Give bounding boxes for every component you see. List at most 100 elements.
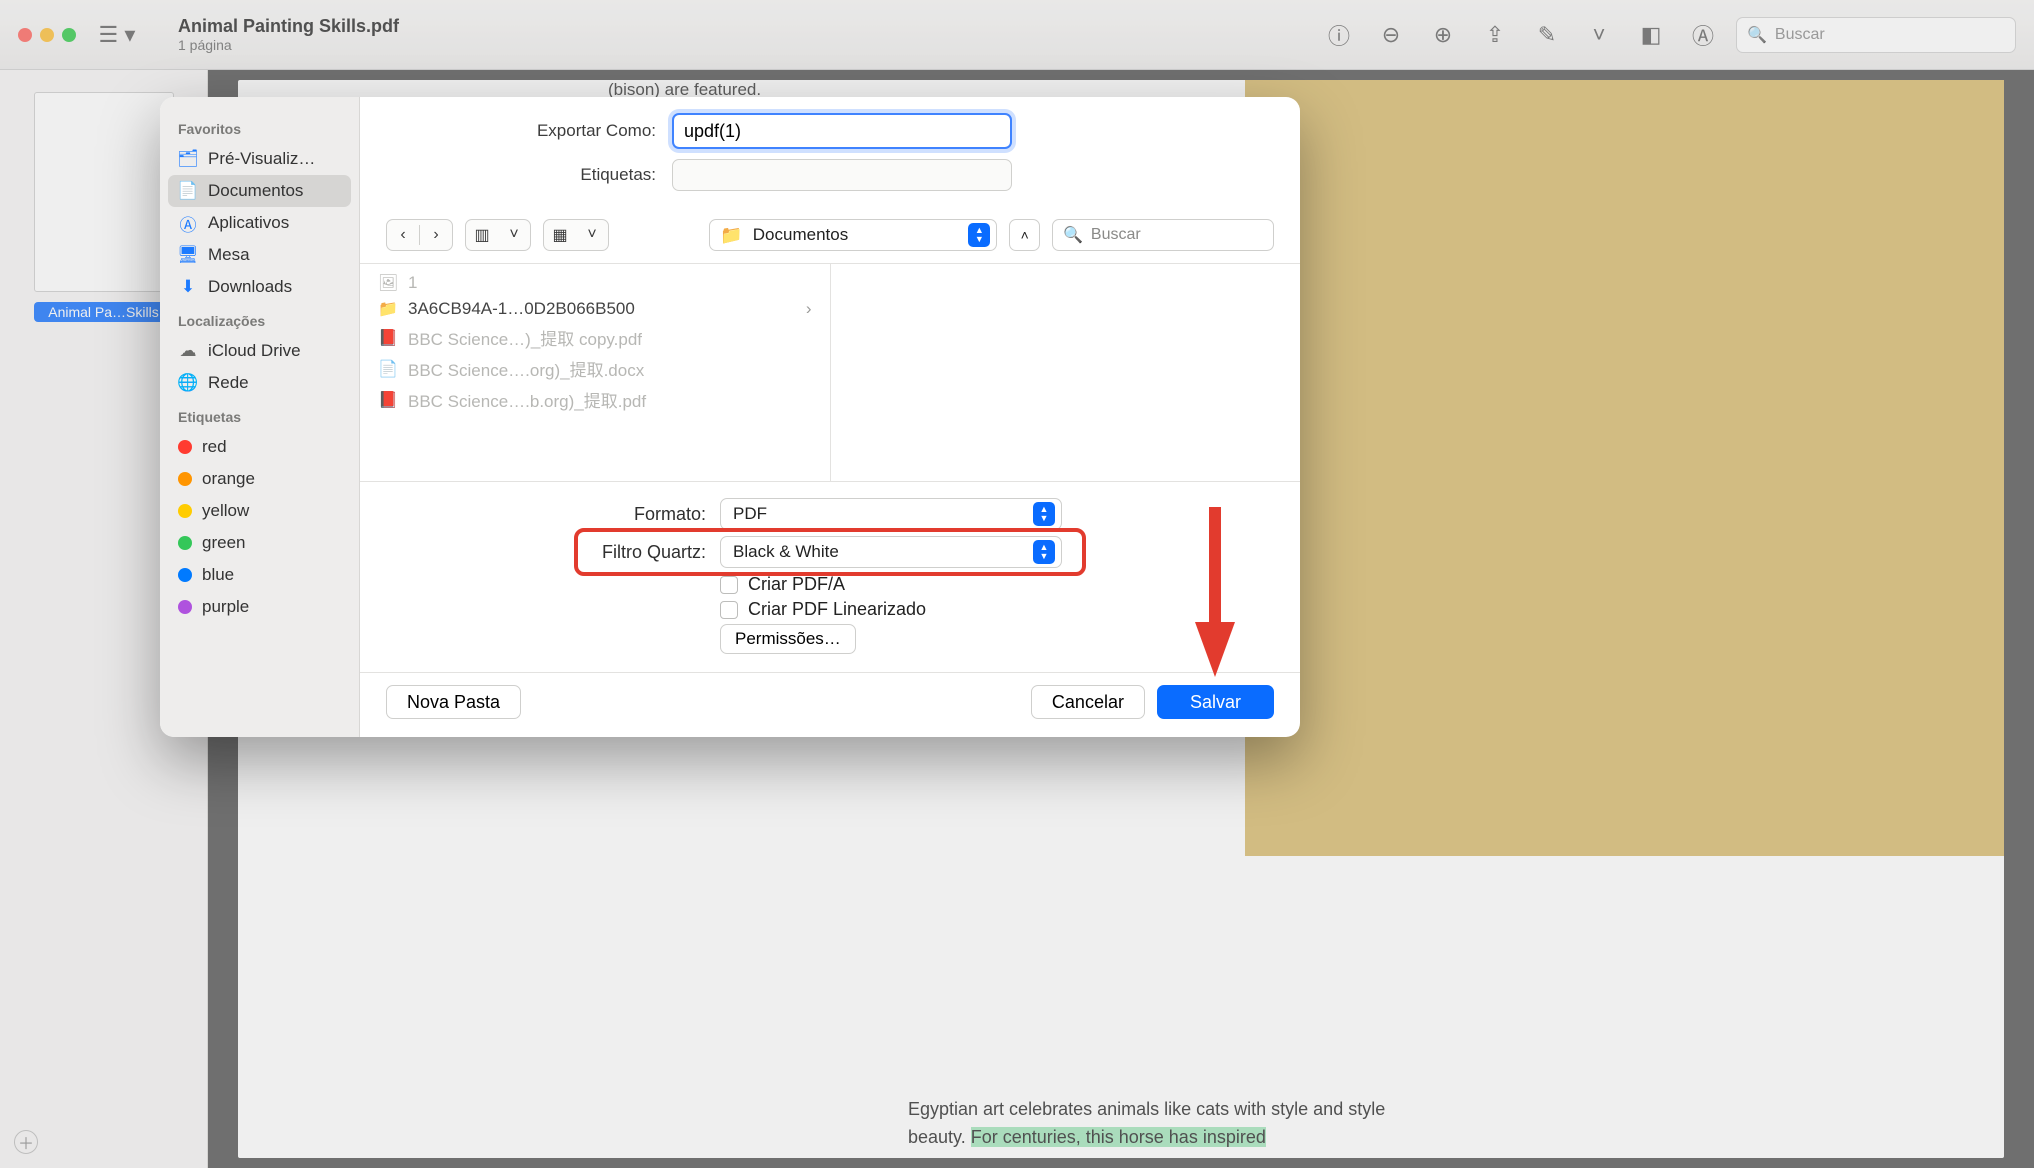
sidebar-item-label: red — [202, 437, 227, 457]
sidebar-item-label: orange — [202, 469, 255, 489]
sidebar-heading-locations: Localizações — [178, 313, 341, 329]
sidebar-tag-orange[interactable]: orange — [168, 463, 351, 495]
format-label: Formato: — [386, 504, 706, 525]
sidebar-heading-tags: Etiquetas — [178, 409, 341, 425]
pdfa-checkbox[interactable] — [720, 576, 738, 594]
sidebar-item-documents[interactable]: 📄 Documentos — [168, 175, 351, 207]
view-group[interactable]: ▦ ˅ — [543, 219, 609, 251]
sidebar-item-applications[interactable]: Ⓐ Aplicativos — [168, 207, 351, 239]
export-as-label: Exportar Como: — [386, 121, 656, 141]
doc-icon: 📄 — [378, 359, 398, 379]
download-icon: ⬇︎ — [178, 277, 198, 297]
search-icon: 🔍 — [1063, 225, 1083, 245]
file-name: BBC Science…)_提取 copy.pdf — [408, 325, 642, 350]
chevron-down-icon: ˅ — [576, 219, 608, 251]
chevron-right-icon: › — [806, 299, 812, 319]
img-icon: 🖼 — [378, 273, 398, 293]
file-column[interactable]: 🖼1📁3A6CB94A-1…0D2B066B500›📕BBC Science…)… — [360, 264, 830, 481]
pdfa-label: Criar PDF/A — [748, 574, 845, 595]
save-main: Exportar Como: Etiquetas: ‹ › ▥ ˅ — [360, 97, 1300, 737]
dialog-buttons: Nova Pasta Cancelar Salvar — [360, 672, 1300, 737]
app-icon: 🗂 — [178, 149, 198, 169]
sidebar-tag-red[interactable]: red — [168, 431, 351, 463]
quartz-label: Filtro Quartz: — [386, 542, 706, 563]
file-row[interactable]: 🖼1 — [360, 270, 830, 296]
format-value: PDF — [733, 504, 767, 524]
sidebar-item-label: Documentos — [208, 181, 303, 201]
back-button[interactable]: ‹ — [387, 219, 419, 251]
apps-icon: Ⓐ — [178, 213, 198, 233]
linear-label: Criar PDF Linearizado — [748, 599, 926, 620]
chevron-down-icon: ˅ — [498, 219, 530, 251]
save-sidebar: Favoritos 🗂 Pré-Visualiz… 📄 Documentos Ⓐ… — [160, 97, 360, 737]
export-dialog: Favoritos 🗂 Pré-Visualiz… 📄 Documentos Ⓐ… — [160, 97, 1300, 737]
quartz-popup[interactable]: Black & White ▲▼ — [720, 536, 1062, 568]
file-row[interactable]: 📁 3A6CB94A-1…0D2B066B500 › — [360, 296, 830, 322]
file-row[interactable]: 📕 BBC Science….b.org)_提取.pdf — [360, 384, 830, 415]
file-row[interactable]: 📄 BBC Science….org)_提取.docx — [360, 353, 830, 384]
file-browser: 🖼1📁3A6CB94A-1…0D2B066B500›📕BBC Science…)… — [360, 264, 1300, 482]
file-row[interactable]: 📕 BBC Science…)_提取 copy.pdf — [360, 322, 830, 353]
document-icon: 📄 — [178, 181, 198, 201]
cancel-button[interactable]: Cancelar — [1031, 685, 1145, 719]
sidebar-item-network[interactable]: 🌐 Rede — [168, 367, 351, 399]
network-icon: 🌐 — [178, 373, 198, 393]
stepper-icon: ▲▼ — [968, 223, 990, 247]
sidebar-item-label: Rede — [208, 373, 249, 393]
grid-icon: ▦ — [544, 219, 576, 251]
tag-dot-icon — [178, 440, 192, 454]
collapse-button[interactable]: ˄ — [1009, 219, 1040, 251]
tag-dot-icon — [178, 504, 192, 518]
sidebar-tag-purple[interactable]: purple — [168, 591, 351, 623]
nav-back-forward: ‹ › — [386, 219, 453, 251]
sidebar-item-preview[interactable]: 🗂 Pré-Visualiz… — [168, 143, 351, 175]
columns-icon: ▥ — [466, 219, 498, 251]
stepper-icon: ▲▼ — [1033, 540, 1055, 564]
new-folder-button[interactable]: Nova Pasta — [386, 685, 521, 719]
file-name: 1 — [408, 273, 417, 293]
location-label: Documentos — [753, 225, 959, 245]
sidebar-item-downloads[interactable]: ⬇︎ Downloads — [168, 271, 351, 303]
folder-icon: 📁 — [720, 225, 742, 246]
sidebar-tag-blue[interactable]: blue — [168, 559, 351, 591]
desktop-icon: 🖥 — [178, 245, 198, 265]
export-options: Formato: PDF ▲▼ Filtro Quartz: Black & W… — [360, 482, 1300, 672]
sidebar-item-label: Downloads — [208, 277, 292, 297]
file-name: 3A6CB94A-1…0D2B066B500 — [408, 299, 635, 319]
sidebar-tag-green[interactable]: green — [168, 527, 351, 559]
cloud-icon: ☁︎ — [178, 341, 198, 361]
pdf-icon: 📕 — [378, 390, 398, 410]
file-name: BBC Science….org)_提取.docx — [408, 356, 644, 381]
sidebar-item-label: green — [202, 533, 245, 553]
sidebar-tag-yellow[interactable]: yellow — [168, 495, 351, 527]
sidebar-heading-favorites: Favoritos — [178, 121, 341, 137]
folder-icon: 📁 — [378, 299, 398, 319]
sidebar-item-label: Mesa — [208, 245, 250, 265]
browser-search[interactable]: 🔍 Buscar — [1052, 219, 1274, 251]
sidebar-item-label: Aplicativos — [208, 213, 289, 233]
sidebar-item-label: purple — [202, 597, 249, 617]
tag-dot-icon — [178, 600, 192, 614]
tag-dot-icon — [178, 568, 192, 582]
sidebar-item-label: iCloud Drive — [208, 341, 301, 361]
save-button[interactable]: Salvar — [1157, 685, 1274, 719]
view-columns[interactable]: ▥ ˅ — [465, 219, 531, 251]
forward-button[interactable]: › — [420, 219, 452, 251]
path-bar: ‹ › ▥ ˅ ▦ ˅ 📁 Documentos ▲▼ — [360, 211, 1300, 264]
permissions-button[interactable]: Permissões… — [720, 624, 856, 654]
pdf-icon: 📕 — [378, 328, 398, 348]
search-placeholder: Buscar — [1091, 226, 1141, 244]
linear-checkbox[interactable] — [720, 601, 738, 619]
stepper-icon: ▲▼ — [1033, 502, 1055, 526]
format-popup[interactable]: PDF ▲▼ — [720, 498, 1062, 530]
file-name: BBC Science….b.org)_提取.pdf — [408, 387, 646, 412]
quartz-value: Black & White — [733, 542, 839, 562]
location-popup[interactable]: 📁 Documentos ▲▼ — [709, 219, 997, 251]
filename-input[interactable] — [672, 113, 1012, 149]
sidebar-item-desktop[interactable]: 🖥 Mesa — [168, 239, 351, 271]
tags-label: Etiquetas: — [386, 165, 656, 185]
sidebar-item-label: blue — [202, 565, 234, 585]
sidebar-item-label: yellow — [202, 501, 249, 521]
sidebar-item-icloud[interactable]: ☁︎ iCloud Drive — [168, 335, 351, 367]
tags-input[interactable] — [672, 159, 1012, 191]
